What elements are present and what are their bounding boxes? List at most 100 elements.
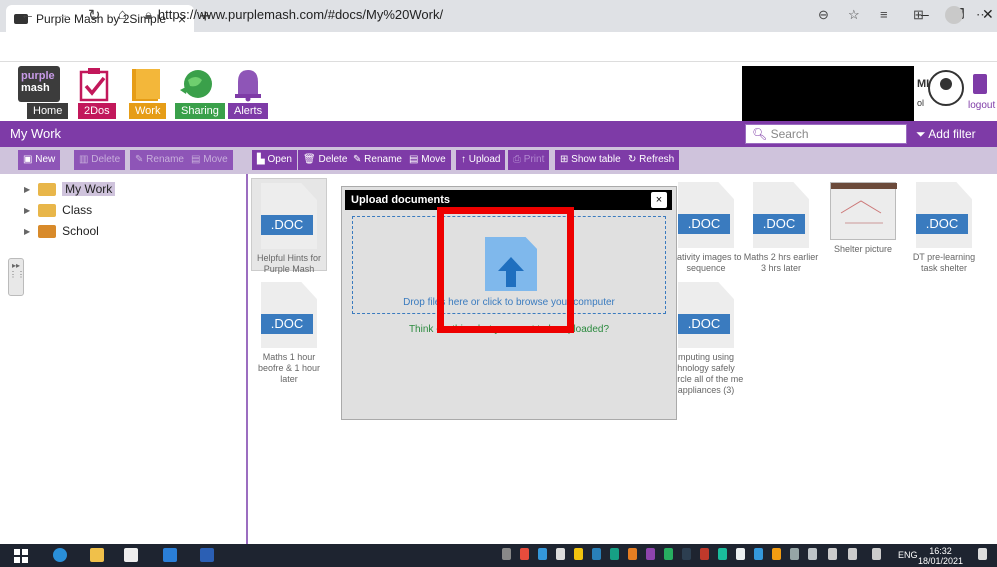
rename-label: Rename xyxy=(364,154,402,165)
trash-icon: 🗑︎ xyxy=(303,154,316,165)
volume-icon[interactable] xyxy=(848,548,857,560)
clock-time: 16:32 xyxy=(929,546,952,556)
file-name: Shelter picture xyxy=(833,244,893,254)
logout-label[interactable]: logout xyxy=(968,100,995,111)
tree-item-my-work[interactable]: ▶ My Work xyxy=(24,180,116,198)
file-item[interactable]: .DOC Maths 1 hour beofre & 1 hour later xyxy=(251,278,327,388)
word-icon[interactable] xyxy=(200,548,214,562)
system-clock[interactable]: 16:32 18/01/2021 xyxy=(918,546,963,566)
upload-button[interactable]: ↑ Upload xyxy=(456,150,506,170)
favorite-star-icon[interactable]: ☆ xyxy=(848,7,860,23)
network-icon[interactable] xyxy=(828,548,837,560)
tray-icon[interactable] xyxy=(808,548,817,560)
tray-icon[interactable] xyxy=(790,548,799,560)
doc-file-icon: .DOC xyxy=(678,282,734,348)
folder-delete-button[interactable]: ▥ Delete xyxy=(74,150,126,170)
purple-mash-logo[interactable]: purple mash xyxy=(18,66,60,102)
tray-icon[interactable] xyxy=(772,548,781,560)
file-item[interactable]: Shelter picture xyxy=(825,178,901,271)
refresh-button[interactable]: ↻ Refresh xyxy=(623,150,680,170)
doc-file-icon: .DOC xyxy=(261,183,317,249)
folder-rename-label: Rename xyxy=(146,154,184,165)
home-icon[interactable]: ⌂ xyxy=(118,6,127,23)
tray-icon[interactable] xyxy=(574,548,583,560)
address-field[interactable]: 🔒︎ https://www.purplemash.com/#docs/My%20… xyxy=(145,7,443,23)
expand-arrow-icon[interactable]: ▶ xyxy=(24,185,30,194)
work-folder-icon[interactable] xyxy=(128,66,164,102)
reload-icon[interactable]: ↻ xyxy=(88,6,101,24)
rename-button[interactable]: ✎ Rename xyxy=(348,150,407,170)
refresh-label: Refresh xyxy=(639,154,675,165)
back-arrow-icon[interactable]: ← xyxy=(20,6,35,23)
redacted-region xyxy=(742,66,914,121)
tray-icon[interactable] xyxy=(628,548,637,560)
user-avatar-icon[interactable] xyxy=(928,70,964,106)
pen-icon[interactable] xyxy=(872,548,881,560)
logo-text-mash: mash xyxy=(21,82,50,94)
sidebar-toggle-handle[interactable]: ▸▸ ⋮⋮ xyxy=(8,258,25,296)
file-item[interactable]: .DOC Maths 2 hrs earlier 3 hrs later xyxy=(743,178,819,273)
tray-icon[interactable] xyxy=(646,548,655,560)
edge-browser-icon[interactable] xyxy=(53,548,67,562)
tray-icon[interactable] xyxy=(682,548,691,560)
windows-start-icon[interactable] xyxy=(14,549,28,563)
browser-profile-avatar[interactable] xyxy=(945,6,963,24)
nav-2dos-button[interactable]: 2Dos xyxy=(78,103,116,119)
tray-icon[interactable] xyxy=(556,548,565,560)
bell-alerts-icon[interactable] xyxy=(230,66,266,102)
folder-rename-button[interactable]: ✎ Rename xyxy=(130,150,189,170)
print-label: Print xyxy=(523,154,545,165)
search-input[interactable]: 🔍︎ Search xyxy=(745,124,907,144)
tray-icon[interactable] xyxy=(664,548,673,560)
tray-icon[interactable] xyxy=(754,548,763,560)
move-button[interactable]: ▤ Move xyxy=(404,150,451,170)
delete-label: Delete xyxy=(318,154,348,165)
expand-arrow-icon[interactable]: ▶ xyxy=(24,206,30,215)
doc-file-icon: .DOC xyxy=(261,282,317,348)
add-filter-button[interactable]: ⏷ Add filter xyxy=(910,124,997,144)
collections-icon[interactable]: ⊞ xyxy=(913,7,924,23)
tray-icon[interactable] xyxy=(718,548,727,560)
folder-move-button[interactable]: ▤ Move xyxy=(186,150,233,170)
nav-work-button[interactable]: Work xyxy=(129,103,167,119)
tray-icon[interactable] xyxy=(502,548,511,560)
tray-icon[interactable] xyxy=(592,548,601,560)
tray-icon[interactable] xyxy=(700,548,709,560)
language-indicator[interactable]: ENG xyxy=(898,550,918,560)
expand-arrow-icon[interactable]: ▶ xyxy=(24,227,30,236)
upload-label: Upload xyxy=(468,154,501,165)
nav-home-button[interactable]: Home xyxy=(27,103,69,119)
logout-icon[interactable] xyxy=(973,74,987,94)
search-icon: 🔍︎ xyxy=(752,127,768,141)
tray-icon[interactable] xyxy=(610,548,619,560)
file-item[interactable]: .DOC mputing using hnology safely Circle… xyxy=(668,278,744,408)
tree-item-school[interactable]: ▶ School xyxy=(24,222,99,240)
forward-arrow-icon[interactable]: → xyxy=(55,6,70,23)
upload-arrow-icon: ↑ xyxy=(461,154,466,165)
zoom-icon[interactable]: ⊖ xyxy=(818,7,829,23)
notifications-icon[interactable] xyxy=(978,548,987,560)
nav-sharing-button[interactable]: Sharing xyxy=(175,103,225,119)
print-button[interactable]: ⎙ Print xyxy=(508,150,550,170)
file-item[interactable]: .DOC Helpful Hints for Purple Mash xyxy=(251,178,327,274)
show-table-button[interactable]: ⊞ Show table xyxy=(555,150,626,170)
dialog-close-button[interactable]: × xyxy=(651,192,667,208)
clipboard-check-icon[interactable] xyxy=(76,66,112,102)
open-button[interactable]: ▙ Open xyxy=(252,150,297,170)
nav-alerts-button[interactable]: Alerts xyxy=(228,103,269,119)
tray-icon[interactable] xyxy=(520,548,529,560)
tree-item-class[interactable]: ▶ Class xyxy=(24,201,92,219)
favorites-list-icon[interactable]: ≡ xyxy=(880,7,888,22)
delete-button[interactable]: 🗑︎ Delete xyxy=(298,150,353,170)
doc-type-label: .DOC xyxy=(753,214,805,234)
outlook-icon[interactable] xyxy=(163,548,177,562)
file-explorer-icon[interactable] xyxy=(90,548,104,562)
store-icon[interactable] xyxy=(124,548,138,562)
tray-icon[interactable] xyxy=(736,548,745,560)
folder-new-button[interactable]: ▣ New xyxy=(18,150,61,170)
globe-sharing-icon[interactable] xyxy=(178,66,214,102)
tray-icon[interactable] xyxy=(538,548,547,560)
file-item[interactable]: .DOC Nativity images to sequence xyxy=(668,178,744,273)
more-menu-icon[interactable]: ⋯ xyxy=(976,7,989,23)
file-item[interactable]: .DOC DT pre-learning task shelter xyxy=(906,178,982,273)
